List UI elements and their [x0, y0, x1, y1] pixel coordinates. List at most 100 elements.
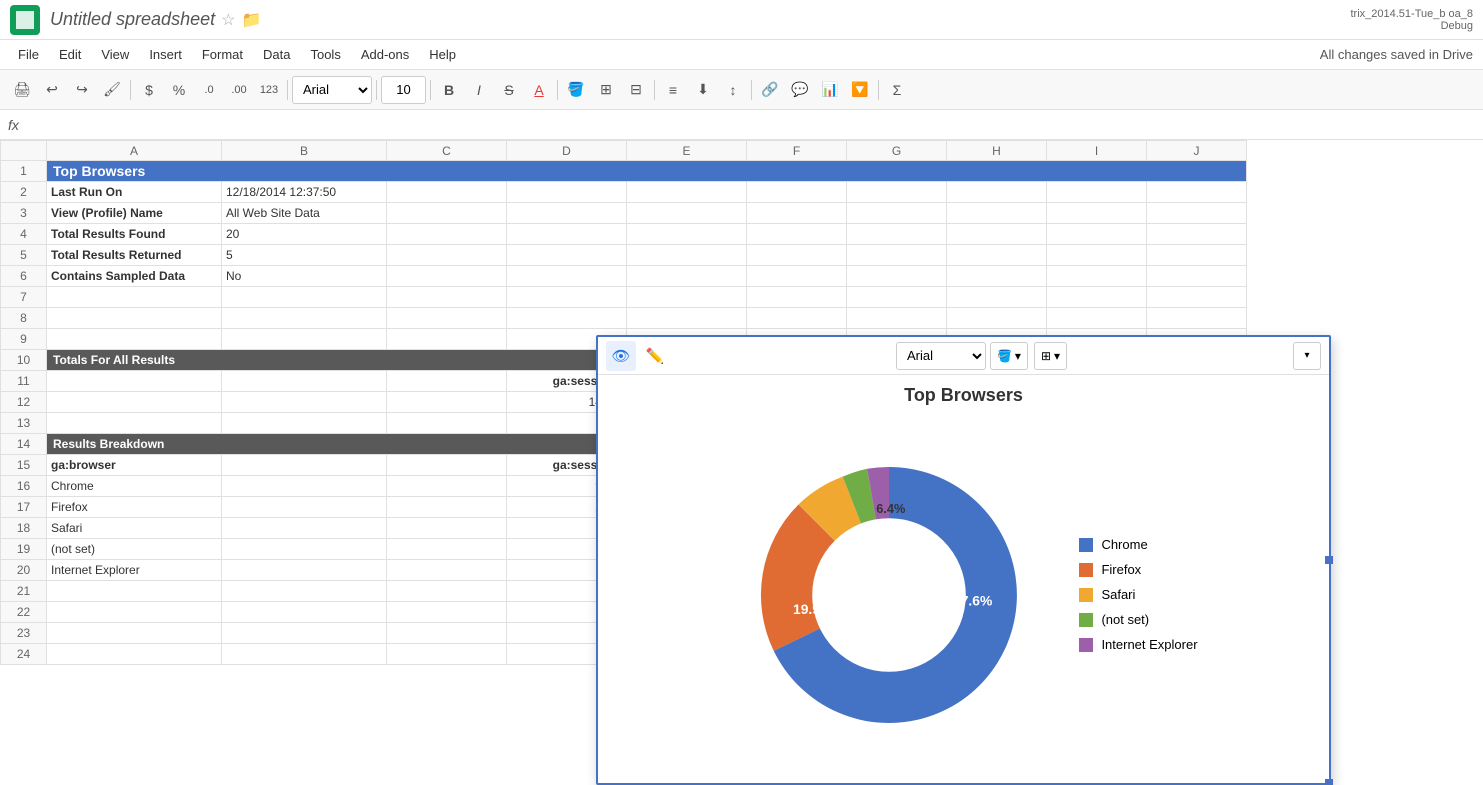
cell-7-A[interactable] [47, 287, 222, 308]
chart-resize-handle-right[interactable] [1325, 556, 1333, 564]
cell-3-H[interactable] [947, 203, 1047, 224]
wrap-btn[interactable]: ↕ [719, 76, 747, 104]
cell-24-B[interactable] [222, 644, 387, 665]
cell-9-A[interactable] [47, 329, 222, 350]
cell-8-A[interactable] [47, 308, 222, 329]
chart-view-btn[interactable]: 👁 [606, 341, 636, 371]
cell-12-B[interactable] [222, 392, 387, 413]
col-header-c[interactable]: C [387, 141, 507, 161]
cell-23-A[interactable] [47, 623, 222, 644]
cell-2-E[interactable] [627, 182, 747, 203]
cell-12-C[interactable] [387, 392, 507, 413]
cell-16-C[interactable] [387, 476, 507, 497]
cell-2-F[interactable] [747, 182, 847, 203]
cell-8-E[interactable] [627, 308, 747, 329]
chart-menu-btn[interactable]: ▾ [1293, 342, 1321, 370]
font-size-input[interactable] [381, 76, 426, 104]
filter-btn[interactable]: 🔽 [846, 76, 874, 104]
folder-icon[interactable]: 📁 [241, 10, 261, 30]
cell-2-D[interactable] [507, 182, 627, 203]
italic-btn[interactable]: I [465, 76, 493, 104]
bold-btn[interactable]: B [435, 76, 463, 104]
cell-5-F[interactable] [747, 245, 847, 266]
col-header-a[interactable]: A [47, 141, 222, 161]
font-select[interactable]: Arial [292, 76, 372, 104]
cell-5-A[interactable]: Total Results Returned [47, 245, 222, 266]
cell-7-D[interactable] [507, 287, 627, 308]
cell-7-F[interactable] [747, 287, 847, 308]
cell-4-H[interactable] [947, 224, 1047, 245]
cell-6-F[interactable] [747, 266, 847, 287]
cell-2-A[interactable]: Last Run On [47, 182, 222, 203]
cell-5-D[interactable] [507, 245, 627, 266]
table-row[interactable]: 8 [1, 308, 1247, 329]
col-header-i[interactable]: I [1047, 141, 1147, 161]
cell-1-a[interactable]: Top Browsers [47, 161, 1247, 182]
cell-21-A[interactable] [47, 581, 222, 602]
col-header-d[interactable]: D [507, 141, 627, 161]
cell-21-C[interactable] [387, 581, 507, 602]
cell-17-A[interactable]: Firefox [47, 497, 222, 518]
menu-edit[interactable]: Edit [51, 45, 89, 64]
chart-font-select[interactable]: Arial [896, 342, 986, 370]
cell-13-C[interactable] [387, 413, 507, 434]
paint-format-btn[interactable]: 🖌 [98, 76, 126, 104]
cell-8-I[interactable] [1047, 308, 1147, 329]
chart-overlay[interactable]: 👁 ✏️ Arial 🪣 ▾ ⊞ ▾ ▾ Top Browsers [596, 335, 1331, 785]
cell-7-C[interactable] [387, 287, 507, 308]
menu-addons[interactable]: Add-ons [353, 45, 417, 64]
valign-btn[interactable]: ⬇ [689, 76, 717, 104]
cell-5-G[interactable] [847, 245, 947, 266]
cell-3-D[interactable] [507, 203, 627, 224]
cell-9-B[interactable] [222, 329, 387, 350]
cell-13-A[interactable] [47, 413, 222, 434]
menu-file[interactable]: File [10, 45, 47, 64]
cell-3-F[interactable] [747, 203, 847, 224]
cell-5-C[interactable] [387, 245, 507, 266]
cell-3-E[interactable] [627, 203, 747, 224]
cell-8-D[interactable] [507, 308, 627, 329]
menu-help[interactable]: Help [421, 45, 464, 64]
cell-3-A[interactable]: View (Profile) Name [47, 203, 222, 224]
cell-4-B[interactable]: 20 [222, 224, 387, 245]
cell-8-C[interactable] [387, 308, 507, 329]
cell-8-H[interactable] [947, 308, 1047, 329]
cell-6-D[interactable] [507, 266, 627, 287]
cell-4-G[interactable] [847, 224, 947, 245]
cell-15-C[interactable] [387, 455, 507, 476]
cell-4-D[interactable] [507, 224, 627, 245]
cell-9-C[interactable] [387, 329, 507, 350]
cell-19-B[interactable] [222, 539, 387, 560]
table-row[interactable]: 4Total Results Found20 [1, 224, 1247, 245]
col-header-e[interactable]: E [627, 141, 747, 161]
cell-5-E[interactable] [627, 245, 747, 266]
currency-btn[interactable]: $ [135, 76, 163, 104]
cell-20-B[interactable] [222, 560, 387, 581]
chart-border-btn[interactable]: ⊞ ▾ [1034, 342, 1067, 370]
table-row[interactable]: 3View (Profile) NameAll Web Site Data [1, 203, 1247, 224]
menu-format[interactable]: Format [194, 45, 251, 64]
strikethrough-btn[interactable]: S [495, 76, 523, 104]
cell-2-G[interactable] [847, 182, 947, 203]
cell-5-H[interactable] [947, 245, 1047, 266]
cell-3-C[interactable] [387, 203, 507, 224]
cell-4-C[interactable] [387, 224, 507, 245]
cell-6-A[interactable]: Contains Sampled Data [47, 266, 222, 287]
cell-3-J[interactable] [1147, 203, 1247, 224]
cell-2-H[interactable] [947, 182, 1047, 203]
cell-7-J[interactable] [1147, 287, 1247, 308]
table-row[interactable]: 6Contains Sampled DataNo [1, 266, 1247, 287]
table-row[interactable]: 2Last Run On12/18/2014 12:37:50 [1, 182, 1247, 203]
menu-data[interactable]: Data [255, 45, 298, 64]
borders-btn[interactable]: ⊞ [592, 76, 620, 104]
cell-22-C[interactable] [387, 602, 507, 623]
cell-11-A[interactable] [47, 371, 222, 392]
chart-fill-btn[interactable]: 🪣 ▾ [990, 342, 1028, 370]
cell-5-J[interactable] [1147, 245, 1247, 266]
percent-btn[interactable]: % [165, 76, 193, 104]
cell-17-B[interactable] [222, 497, 387, 518]
sheet-scroll[interactable]: A B C D E F G H I J 1Top Browsers2Last R… [0, 140, 1483, 785]
cell-6-I[interactable] [1047, 266, 1147, 287]
cell-17-C[interactable] [387, 497, 507, 518]
undo-btn[interactable]: ↩ [38, 76, 66, 104]
